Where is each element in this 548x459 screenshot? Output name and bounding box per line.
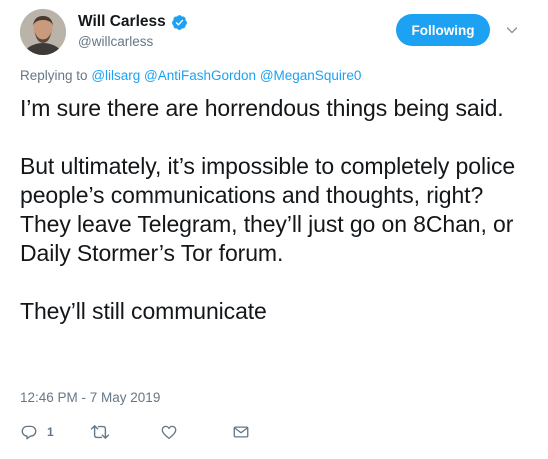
message-icon — [232, 423, 250, 441]
replying-prefix: Replying to — [20, 68, 88, 83]
mention-link[interactable]: @AntiFashGordon — [144, 68, 256, 83]
tweet-paragraph: I’m sure there are horrendous things bei… — [20, 95, 504, 121]
like-icon — [160, 423, 178, 441]
reply-button[interactable]: 1 — [20, 423, 90, 441]
mention-link[interactable]: @MeganSquire0 — [260, 68, 362, 83]
tweet-paragraph: They’ll still communicate — [20, 298, 267, 324]
mention-link[interactable]: @lilsarg — [91, 68, 140, 83]
replying-to: Replying to @lilsarg @AntiFashGordon @Me… — [20, 68, 361, 83]
reply-count: 1 — [47, 425, 54, 439]
verified-badge-icon — [171, 14, 188, 31]
avatar[interactable] — [20, 9, 66, 55]
tweet-text: I’m sure there are horrendous things bei… — [20, 94, 520, 326]
tweet-paragraph: But ultimately, it’s impossible to compl… — [20, 153, 516, 266]
retweet-icon — [90, 423, 110, 441]
reply-icon — [20, 423, 38, 441]
following-button[interactable]: Following — [396, 14, 490, 46]
chevron-down-icon[interactable] — [504, 22, 520, 38]
author-handle[interactable]: @willcarless — [78, 34, 153, 49]
author-name-row: Will Carless — [78, 12, 188, 32]
like-button[interactable] — [160, 423, 232, 441]
tweet-card: Will Carless @willcarless Following Repl… — [0, 0, 548, 459]
author-name[interactable]: Will Carless — [78, 13, 166, 31]
tweet-timestamp[interactable]: 12:46 PM - 7 May 2019 — [20, 390, 160, 405]
retweet-button[interactable] — [90, 423, 160, 441]
tweet-actions: 1 — [20, 422, 262, 442]
direct-message-button[interactable] — [232, 423, 262, 441]
